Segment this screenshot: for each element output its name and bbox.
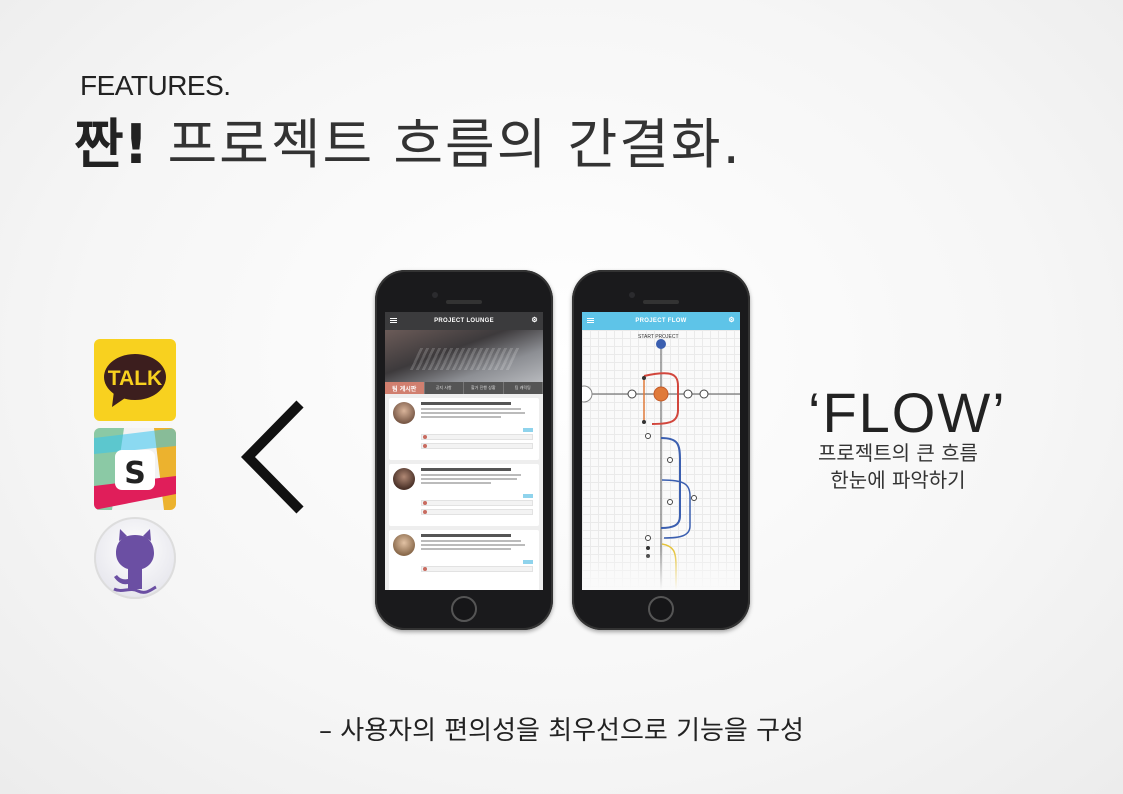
avatar <box>423 501 427 505</box>
lounge-hero-image <box>385 330 543 382</box>
list-item[interactable] <box>389 464 539 526</box>
reply-button[interactable] <box>523 494 533 498</box>
post-text-line <box>421 474 521 476</box>
flow-diagram: START PROJECT <box>582 330 740 590</box>
avatar <box>393 534 415 556</box>
lounge-feed <box>385 394 543 590</box>
post-text-line <box>421 412 525 414</box>
phone-camera <box>629 292 635 298</box>
lounge-title: PROJECT LOUNGE <box>434 318 494 324</box>
phone-speaker <box>446 300 482 304</box>
tab-team-board[interactable]: 팀 게시판 <box>385 382 425 394</box>
flow-graph <box>582 339 740 590</box>
slack-icon: S <box>94 428 176 510</box>
post-text-line <box>421 548 511 550</box>
reply-row <box>421 500 533 506</box>
reply-button[interactable] <box>523 428 533 432</box>
post-text-line <box>421 478 517 480</box>
flow-screen: PROJECT FLOW ⚙ START PROJECT <box>582 312 740 590</box>
lounge-tabs: 팀 게시판 공지 사항 할거 진행 상황 팀 캐릭팅 <box>385 382 543 394</box>
phone-home-button <box>451 596 477 622</box>
post-text-line <box>421 482 491 484</box>
avatar <box>423 435 427 439</box>
kakaotalk-label: TALK <box>108 367 162 390</box>
flow-node[interactable] <box>691 495 697 501</box>
flow-feature-description: 프로젝트의 큰 흐름 한눈에 파악하기 <box>800 440 996 494</box>
post-text-line <box>421 544 525 546</box>
flow-node[interactable] <box>667 457 673 463</box>
lounge-screen: PROJECT LOUNGE ⚙ 팀 게시판 공지 사항 할거 진행 상황 팀 … <box>385 312 543 590</box>
tab-progress[interactable]: 할거 진행 상황 <box>464 382 504 394</box>
post-title <box>421 468 511 471</box>
reply-row <box>421 566 533 572</box>
slack-label: S <box>124 456 146 491</box>
flow-node[interactable] <box>683 389 693 399</box>
avatar <box>423 567 427 571</box>
tab-notice[interactable]: 공지 사항 <box>425 382 464 394</box>
github-octocat-icon <box>94 517 176 599</box>
menu-icon[interactable] <box>587 318 594 323</box>
flow-feature-title: ‘FLOW’ <box>808 381 1007 444</box>
list-item[interactable] <box>389 530 539 590</box>
phone-home-button <box>648 596 674 622</box>
flow-marker <box>646 546 650 550</box>
phone-project-flow: PROJECT FLOW ⚙ START PROJECT <box>572 270 750 630</box>
features-kicker: FEATURES. <box>80 70 231 101</box>
list-item[interactable] <box>389 398 539 460</box>
flow-title: PROJECT FLOW <box>635 318 687 324</box>
flow-marker <box>642 376 646 380</box>
post-text-line <box>421 408 521 410</box>
lounge-app-bar: PROJECT LOUNGE ⚙ <box>385 312 543 330</box>
page-title: 짠! 프로젝트 흐름의 간결화. <box>74 100 742 179</box>
flow-node[interactable] <box>667 499 673 505</box>
reply-row <box>421 443 533 449</box>
chevron-left-icon <box>238 398 308 520</box>
avatar <box>423 510 427 514</box>
flow-app-bar: PROJECT FLOW ⚙ <box>582 312 740 330</box>
reply-row <box>421 509 533 515</box>
avatar <box>393 468 415 490</box>
tab-team[interactable]: 팀 캐릭팅 <box>504 382 543 394</box>
footer-caption: – 사용자의 편의성을 최우선으로 기능을 구성 <box>319 716 804 746</box>
post-text-line <box>421 540 521 542</box>
phone-camera <box>432 292 438 298</box>
page-title-bold: 짠! <box>74 113 149 176</box>
flow-node[interactable] <box>627 389 637 399</box>
flow-node[interactable] <box>645 433 651 439</box>
current-node[interactable] <box>653 386 669 402</box>
avatar <box>393 402 415 424</box>
post-title <box>421 534 511 537</box>
flow-marker <box>642 420 646 424</box>
menu-icon[interactable] <box>390 318 397 323</box>
flow-marker <box>646 554 650 558</box>
flow-node[interactable] <box>645 535 651 541</box>
flow-desc-line2: 한눈에 파악하기 <box>830 468 966 492</box>
reply-row <box>421 434 533 440</box>
flow-desc-line1: 프로젝트의 큰 흐름 <box>818 441 978 465</box>
phone-project-lounge: PROJECT LOUNGE ⚙ 팀 게시판 공지 사항 할거 진행 상황 팀 … <box>375 270 553 630</box>
kakaotalk-icon: TALK <box>94 339 176 421</box>
reply-button[interactable] <box>523 560 533 564</box>
page-title-rest: 프로젝트 흐름의 간결화. <box>148 113 742 176</box>
flow-node[interactable] <box>699 389 709 399</box>
flow-node[interactable] <box>582 385 593 403</box>
post-title <box>421 402 511 405</box>
post-text-line <box>421 416 501 418</box>
gear-icon[interactable]: ⚙ <box>728 317 735 324</box>
start-node[interactable] <box>656 339 666 349</box>
phone-speaker <box>643 300 679 304</box>
gear-icon[interactable]: ⚙ <box>531 317 538 324</box>
avatar <box>423 444 427 448</box>
